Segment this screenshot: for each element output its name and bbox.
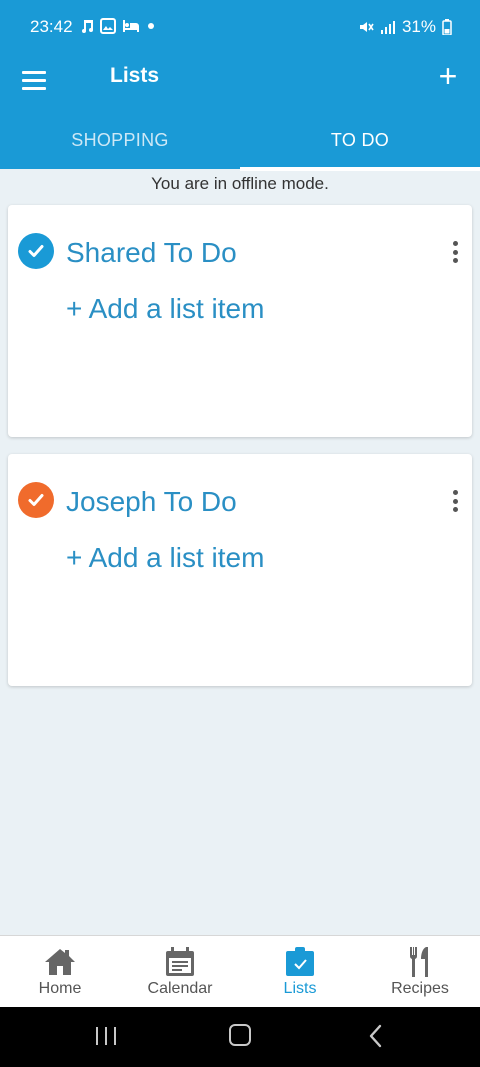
- recipes-icon: [404, 946, 436, 978]
- recent-apps-icon[interactable]: [96, 1027, 116, 1045]
- nav-calendar[interactable]: Calendar: [120, 936, 240, 1007]
- dot-icon: [148, 23, 154, 29]
- check-circle-icon: [18, 482, 54, 518]
- status-time: 23:42: [30, 17, 73, 36]
- music-icon: [82, 20, 93, 33]
- signal-icon: [380, 21, 395, 34]
- app-bar: Lists +: [0, 54, 480, 114]
- nav-home[interactable]: Home: [0, 936, 120, 1007]
- offline-banner: You are in offline mode.: [151, 174, 329, 193]
- list-card-joseph: Joseph To Do + Add a list item: [8, 454, 472, 686]
- calendar-icon: [164, 946, 196, 978]
- list-title[interactable]: Joseph To Do: [66, 486, 237, 518]
- nav-label: Recipes: [391, 980, 449, 997]
- system-nav-bar: [0, 1007, 480, 1067]
- add-list-item-button[interactable]: + Add a list item: [66, 542, 264, 574]
- bottom-nav: Home Calendar Lists Recipes: [0, 935, 480, 1007]
- nav-lists[interactable]: Lists: [240, 936, 360, 1007]
- mute-icon: [359, 22, 374, 32]
- add-list-item-button[interactable]: + Add a list item: [66, 293, 264, 325]
- add-list-button[interactable]: +: [434, 58, 462, 94]
- nav-label: Calendar: [147, 980, 213, 997]
- tab-shopping[interactable]: SHOPPING: [0, 114, 240, 169]
- nav-recipes[interactable]: Recipes: [360, 936, 480, 1007]
- list-tabs: SHOPPING TO DO: [0, 114, 480, 171]
- battery-percent: 31%: [401, 17, 436, 36]
- list-card-shared: Shared To Do + Add a list item: [8, 205, 472, 437]
- more-vert-icon[interactable]: [452, 490, 458, 512]
- back-icon[interactable]: [366, 1023, 386, 1049]
- status-system-icons: 31%: [358, 17, 452, 37]
- image-icon: [100, 18, 116, 34]
- list-title[interactable]: Shared To Do: [66, 237, 237, 269]
- nav-label: Home: [38, 980, 82, 997]
- status-notification-icons: [80, 17, 156, 35]
- home-icon: [44, 946, 76, 978]
- bed-icon: [123, 20, 139, 32]
- status-bar: 23:42 31%: [0, 0, 480, 54]
- nav-label: Lists: [283, 980, 317, 997]
- battery-icon: [442, 19, 452, 35]
- lists-icon: [284, 946, 316, 978]
- home-button-icon[interactable]: [229, 1024, 251, 1046]
- more-vert-icon[interactable]: [452, 241, 458, 263]
- check-circle-icon: [18, 233, 54, 269]
- menu-icon[interactable]: [22, 66, 50, 94]
- page-title: Lists: [110, 64, 160, 87]
- tab-to-do[interactable]: TO DO: [240, 114, 480, 171]
